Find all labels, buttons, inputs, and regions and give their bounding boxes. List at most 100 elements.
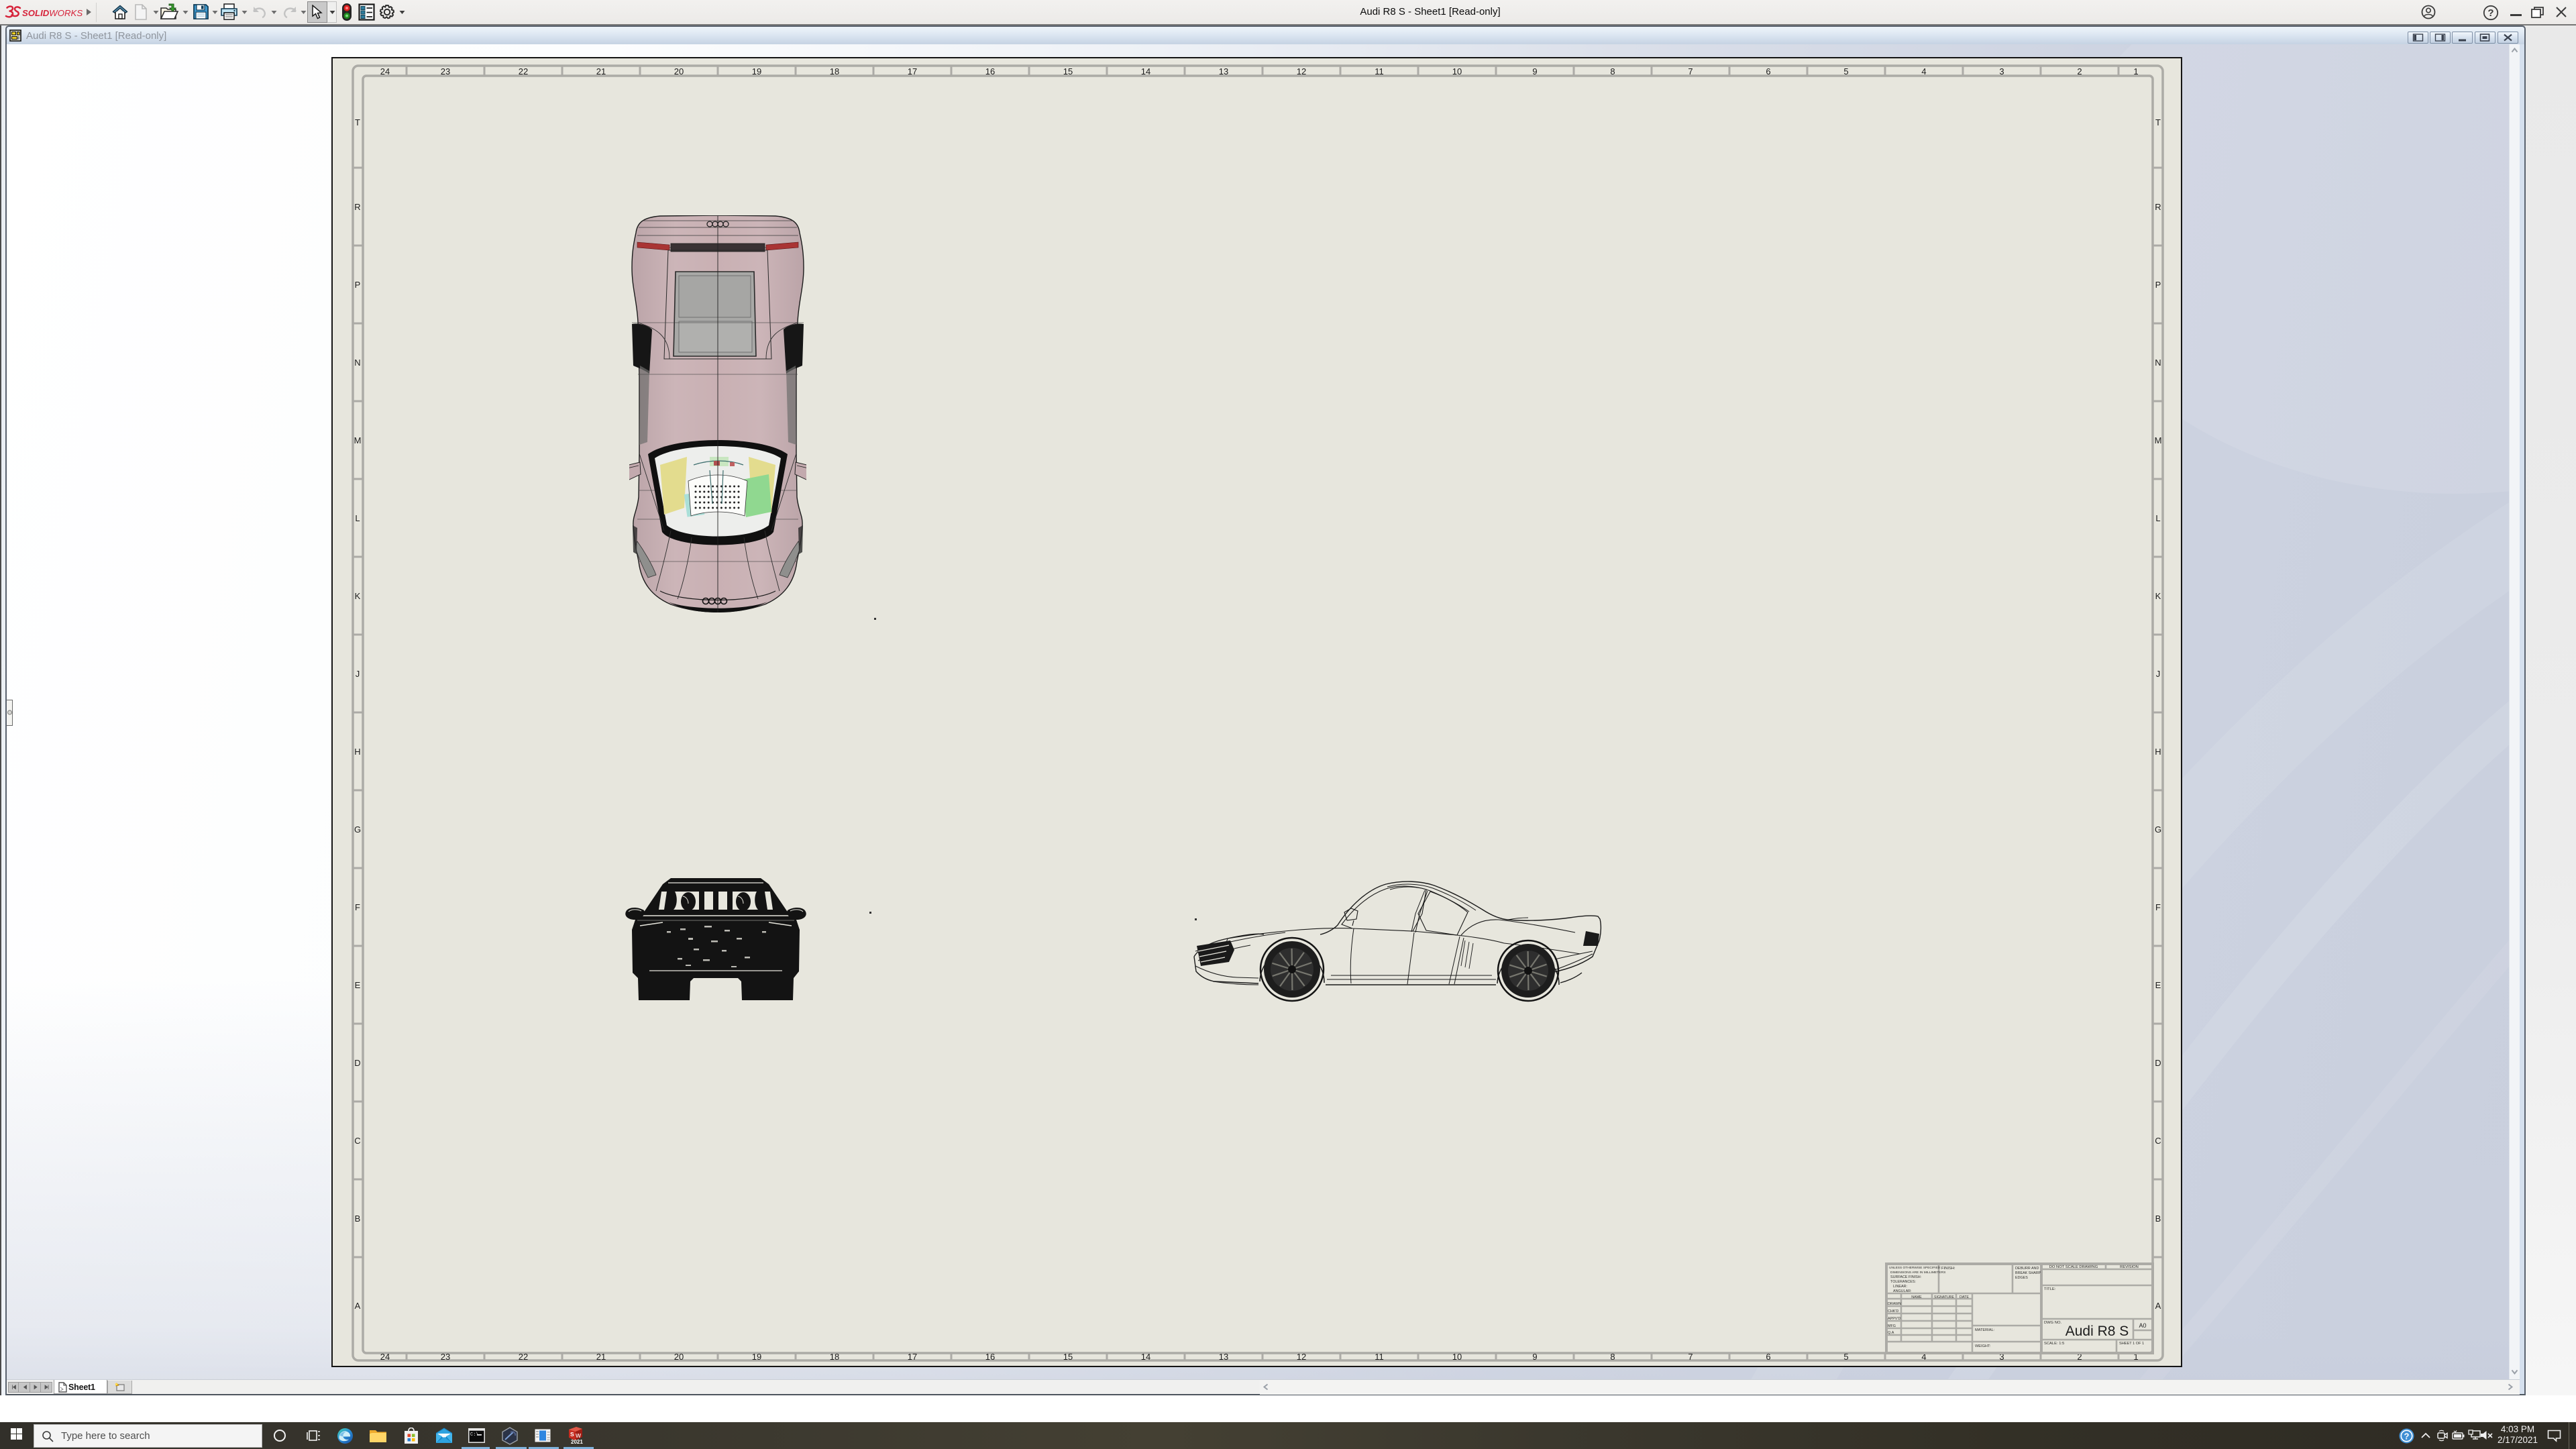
svg-text:S: S [570, 1431, 574, 1438]
svg-text:FINISH:: FINISH: [1941, 1267, 1955, 1271]
svg-text:18: 18 [830, 66, 839, 76]
svg-text:13: 13 [1219, 1352, 1228, 1362]
svg-text:?: ? [2487, 7, 2493, 19]
svg-text:22: 22 [519, 66, 528, 76]
svg-text:W: W [576, 1432, 582, 1439]
svg-text:16: 16 [985, 1352, 995, 1362]
svg-text:SCALE: 1:5: SCALE: 1:5 [2044, 1342, 2064, 1346]
svg-text:11: 11 [1375, 66, 1384, 76]
svg-text:23: 23 [441, 1352, 450, 1362]
svg-text:11: 11 [1375, 1352, 1384, 1362]
svg-text:UNLESS OTHERWISE SPECIFIED:: UNLESS OTHERWISE SPECIFIED: [1889, 1266, 1941, 1270]
svg-text:20: 20 [674, 66, 684, 76]
svg-text:G: G [2155, 824, 2161, 835]
svg-text:F: F [355, 902, 360, 912]
svg-text:3: 3 [1999, 66, 2004, 76]
svg-text:23: 23 [441, 66, 450, 76]
svg-text:TOLERANCES:: TOLERANCES: [1890, 1280, 1916, 1284]
svg-text:19: 19 [752, 66, 761, 76]
svg-text:J: J [2156, 669, 2161, 679]
svg-text:WEIGHT:: WEIGHT: [1975, 1344, 1991, 1348]
svg-text:B: B [355, 1214, 361, 1224]
svg-text:8: 8 [1610, 66, 1615, 76]
svg-text:24: 24 [380, 1352, 390, 1362]
svg-text:BREAK SHARP: BREAK SHARP [2015, 1271, 2041, 1275]
svg-text:H: H [354, 747, 360, 757]
svg-text:L: L [2155, 513, 2160, 523]
svg-text:M: M [2155, 435, 2162, 445]
svg-text:P: P [355, 280, 361, 290]
svg-text:5: 5 [1843, 1352, 1848, 1362]
svg-text:18: 18 [830, 1352, 839, 1362]
svg-text:T: T [355, 117, 360, 127]
svg-text:14: 14 [1141, 1352, 1150, 1362]
svg-text:10: 10 [1452, 66, 1462, 76]
svg-text:21: 21 [596, 1352, 606, 1362]
svg-text:DATE: DATE [1960, 1295, 1969, 1299]
svg-text:N: N [2155, 358, 2161, 368]
svg-text:REVISION: REVISION [2120, 1265, 2139, 1269]
svg-text:SIGNATURE: SIGNATURE [1934, 1295, 1954, 1299]
svg-text:R: R [2155, 202, 2161, 212]
svg-text:MFG: MFG [1888, 1324, 1896, 1328]
svg-text:12: 12 [1297, 66, 1306, 76]
svg-text:D: D [354, 1058, 360, 1068]
svg-text:SOLIDWORKS: SOLIDWORKS [22, 8, 83, 18]
svg-text:EDGES: EDGES [2015, 1276, 2028, 1280]
svg-text:1: 1 [2133, 66, 2138, 76]
svg-text:?: ? [2404, 1432, 2410, 1442]
svg-text:SURFACE FINISH:: SURFACE FINISH: [1890, 1275, 1921, 1279]
svg-text:2: 2 [2077, 66, 2082, 76]
svg-text:5: 5 [1843, 66, 1848, 76]
svg-text:DEBURR AND: DEBURR AND [2015, 1267, 2039, 1271]
svg-text:D: D [2155, 1058, 2161, 1068]
svg-text:A0: A0 [2139, 1322, 2146, 1329]
svg-text:LINEAR:: LINEAR: [1893, 1285, 1907, 1289]
svg-text:MATERIAL:: MATERIAL: [1975, 1328, 1995, 1332]
svg-text:Audi R8 S: Audi R8 S [2065, 1324, 2129, 1339]
svg-text:G: G [354, 824, 361, 835]
svg-text:15: 15 [1063, 66, 1073, 76]
svg-text:20: 20 [674, 1352, 684, 1362]
svg-text:H: H [2155, 747, 2161, 757]
svg-text:4: 4 [1921, 66, 1926, 76]
svg-text:2021: 2021 [571, 1439, 583, 1444]
svg-text:M: M [354, 435, 362, 445]
svg-text:K: K [2155, 591, 2161, 601]
svg-text:17: 17 [908, 66, 917, 76]
svg-text:A: A [2155, 1301, 2161, 1311]
svg-text:16: 16 [985, 66, 995, 76]
svg-text:14: 14 [1141, 66, 1150, 76]
svg-text:E: E [355, 980, 361, 990]
svg-text:Q.A: Q.A [1888, 1331, 1894, 1335]
svg-text:L: L [355, 513, 360, 523]
svg-text:DO NOT SCALE DRAWING: DO NOT SCALE DRAWING [2049, 1265, 2098, 1269]
svg-text:24: 24 [380, 66, 390, 76]
svg-text:21: 21 [596, 66, 606, 76]
svg-text:17: 17 [908, 1352, 917, 1362]
svg-text:NAME: NAME [1911, 1295, 1922, 1299]
svg-text:F: F [2155, 902, 2161, 912]
svg-text:J: J [356, 669, 360, 679]
svg-text:DWG NO.: DWG NO. [2044, 1321, 2061, 1325]
svg-text:7: 7 [1688, 1352, 1693, 1362]
svg-text:K: K [355, 591, 361, 601]
svg-text:13: 13 [1219, 66, 1228, 76]
svg-text:8: 8 [1610, 1352, 1615, 1362]
svg-text:APPV'D: APPV'D [1888, 1317, 1900, 1321]
svg-text:DRAWN: DRAWN [1888, 1302, 1901, 1306]
svg-text:T: T [2155, 117, 2161, 127]
svg-text:19: 19 [752, 1352, 761, 1362]
svg-text:SHEET 1 OF 1: SHEET 1 OF 1 [2119, 1342, 2144, 1346]
svg-text:6: 6 [1766, 1352, 1770, 1362]
svg-text:P: P [2155, 280, 2161, 290]
svg-text:E: E [2155, 980, 2161, 990]
svg-text:CHK'D: CHK'D [1888, 1309, 1898, 1313]
svg-text:22: 22 [519, 1352, 528, 1362]
svg-text:ANGULAR:: ANGULAR: [1893, 1289, 1912, 1293]
svg-text:C: C [354, 1136, 360, 1146]
svg-text:10: 10 [1452, 1352, 1462, 1362]
svg-text:C: C [2155, 1136, 2161, 1146]
svg-text:N: N [354, 358, 360, 368]
svg-text:B: B [2155, 1214, 2161, 1224]
